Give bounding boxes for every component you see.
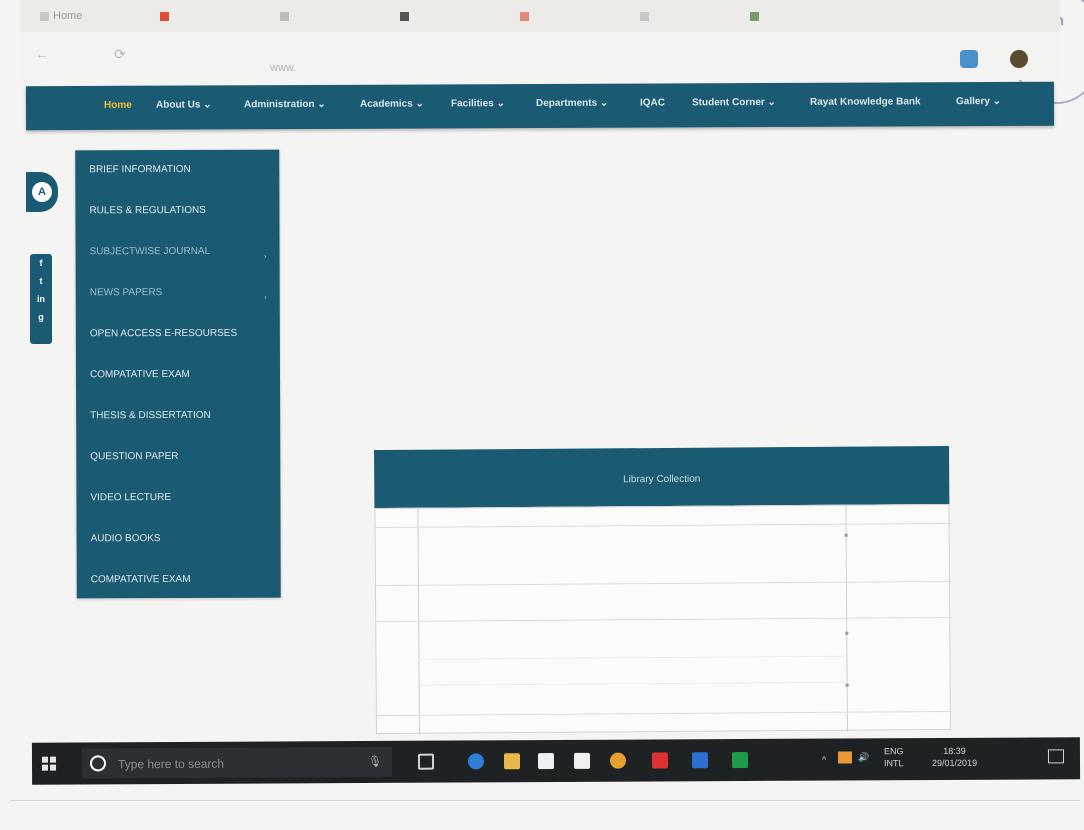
cortana-icon <box>89 755 107 772</box>
nav-about-us[interactable]: About Us ⌄ <box>156 99 212 110</box>
profile-avatar[interactable] <box>1010 50 1028 68</box>
browser-tab[interactable]: Home <box>40 6 82 26</box>
word-icon[interactable] <box>691 752 709 769</box>
sidebar-item-subjectwise-journal[interactable]: SUBJECTWISE JOURNAL › <box>90 246 275 267</box>
chevron-right-icon: › <box>264 292 267 302</box>
nav-academics[interactable]: Academics ⌄ <box>360 99 424 110</box>
tray-app-icon[interactable] <box>837 751 853 764</box>
excel-icon[interactable] <box>731 751 749 769</box>
table-row-divider <box>376 616 952 622</box>
table-row-divider <box>418 681 847 686</box>
table-cell-marker <box>845 631 849 635</box>
library-sidebar-menu: BRIEF INFORMATION RULES & REGULATIONS SU… <box>75 149 281 599</box>
mail-icon[interactable] <box>573 752 591 769</box>
edge-browser-icon[interactable] <box>467 753 485 770</box>
table-row-divider <box>375 580 951 587</box>
browser-tab-strip: Home <box>20 0 1060 32</box>
linkedin-icon[interactable]: in <box>30 290 52 308</box>
notifications-icon[interactable] <box>1047 749 1065 764</box>
library-collection-title: Library Collection <box>623 473 701 486</box>
accessibility-widget[interactable]: A <box>26 172 58 212</box>
sidebar-item-brief-information[interactable]: BRIEF INFORMATION <box>89 164 274 185</box>
sidebar-item-compatative-exam-2[interactable]: COMPATATIVE EXAM <box>91 574 276 595</box>
browser-tab[interactable] <box>160 6 173 26</box>
chrome-icon[interactable] <box>609 752 627 769</box>
nav-rayat-knowledge-bank[interactable]: Rayat Knowledge Bank <box>810 96 921 107</box>
browser-toolbar: ← ⟳ www. <box>20 32 1060 80</box>
sidebar-item-question-paper[interactable]: QUESTION PAPER <box>90 451 275 472</box>
task-view-icon[interactable] <box>417 753 435 770</box>
store-icon[interactable] <box>537 753 555 770</box>
facebook-icon[interactable]: f <box>30 254 52 272</box>
library-collection-header: Library Collection <box>374 445 950 509</box>
tab-favicon-icon <box>400 11 409 21</box>
social-links-bar: f t in g <box>30 254 52 344</box>
chevron-right-icon: › <box>263 251 267 261</box>
clock[interactable]: 18:39 29/01/2019 <box>932 745 977 769</box>
tray-overflow-icon[interactable]: ^ <box>822 754 826 766</box>
browser-tab[interactable] <box>520 6 533 26</box>
table-row-divider <box>375 522 951 529</box>
taskbar-search-input[interactable]: Type here to search 🎙 <box>81 746 393 779</box>
tab-favicon-icon <box>160 11 169 21</box>
table-cell-marker <box>844 533 848 537</box>
reload-button[interactable]: ⟳ <box>112 46 128 62</box>
back-button[interactable]: ← <box>34 46 50 62</box>
tab-favicon-icon <box>40 11 49 21</box>
extension-icon[interactable] <box>960 50 978 68</box>
twitter-icon[interactable]: t <box>30 272 52 290</box>
library-collection-panel: Library Collection <box>374 445 952 735</box>
address-bar[interactable]: www. <box>270 58 830 78</box>
nav-gallery[interactable]: Gallery ⌄ <box>956 96 1001 107</box>
windows-start-button[interactable] <box>41 756 57 771</box>
google-icon[interactable]: g <box>30 308 52 326</box>
nav-departments[interactable]: Departments ⌄ <box>536 98 608 109</box>
nav-home[interactable]: Home <box>104 100 132 111</box>
sidebar-item-rules-regulations[interactable]: RULES & REGULATIONS <box>89 205 274 226</box>
microphone-icon[interactable]: 🎙 <box>368 755 382 768</box>
tab-favicon-icon <box>750 11 759 21</box>
sidebar-item-open-access-e-resources[interactable]: OPEN ACCESS E-RESOURSES <box>90 328 275 349</box>
sidebar-item-thesis-dissertation[interactable]: THESIS & DISSERTATION <box>90 410 275 431</box>
sidebar-item-news-papers[interactable]: NEWS PAPERS › <box>90 287 275 308</box>
browser-tab[interactable] <box>280 6 293 26</box>
windows-taskbar: Type here to search 🎙 ^ 🔊 ENG INTL 18:39 2… <box>31 737 1081 785</box>
table-row-divider <box>418 655 847 660</box>
library-collection-table <box>374 503 952 735</box>
volume-icon[interactable]: 🔊 <box>858 751 869 763</box>
sidebar-item-compatative-exam[interactable]: COMPATATIVE EXAM <box>90 369 275 390</box>
browser-tab[interactable] <box>640 6 653 26</box>
nav-student-corner[interactable]: Student Corner ⌄ <box>692 97 776 108</box>
tab-favicon-icon <box>280 11 289 21</box>
browser-tab[interactable] <box>400 6 413 26</box>
nav-facilities[interactable]: Facilities ⌄ <box>451 98 505 109</box>
accessibility-icon: A <box>32 182 52 202</box>
nav-iqac[interactable]: IQAC <box>640 97 665 108</box>
pdf-reader-icon[interactable] <box>651 752 669 769</box>
sidebar-item-audio-books[interactable]: AUDIO BOOKS <box>91 533 276 554</box>
site-main-nav: Home About Us ⌄ Administration ⌄ Academi… <box>25 81 1055 131</box>
tab-favicon-icon <box>520 11 529 21</box>
table-cell-marker <box>845 683 849 687</box>
sidebar-item-video-lecture[interactable]: VIDEO LECTURE <box>90 492 275 513</box>
browser-tab[interactable] <box>750 6 763 26</box>
table-row-divider <box>376 710 952 716</box>
screen-bezel-line <box>10 800 1080 801</box>
language-indicator[interactable]: ENG INTL <box>884 745 904 769</box>
file-explorer-icon[interactable] <box>503 753 521 770</box>
nav-administration[interactable]: Administration ⌄ <box>244 99 326 110</box>
tab-favicon-icon <box>640 11 649 21</box>
